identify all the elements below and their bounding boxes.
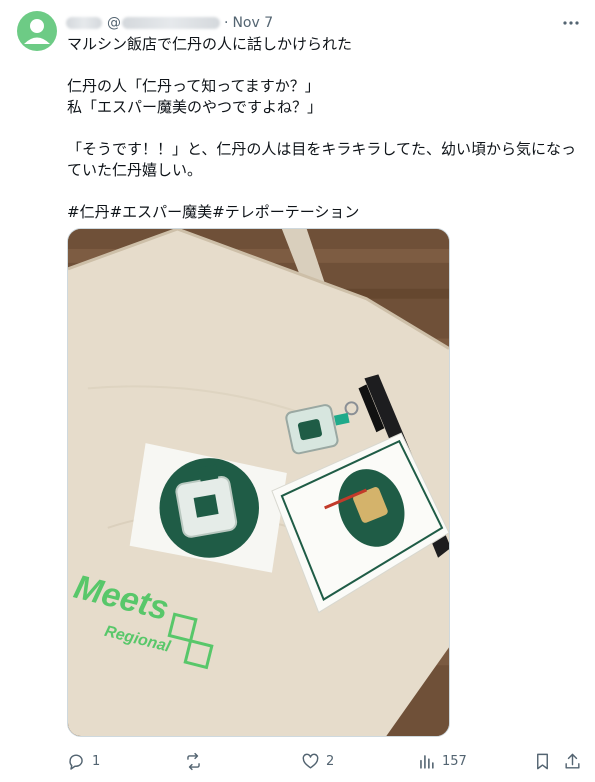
bookmark-icon xyxy=(537,753,548,769)
tweet-line: ていた仁丹嬉しい。 xyxy=(67,161,203,179)
avatar[interactable] xyxy=(17,11,57,51)
default-avatar-icon xyxy=(24,19,50,44)
separator-dot: · xyxy=(224,15,229,31)
tweet-line: 仁丹の人「仁丹って知ってますか？」 xyxy=(67,77,320,95)
handle-redacted[interactable] xyxy=(122,17,220,29)
display-name-redacted[interactable] xyxy=(66,17,102,29)
more-button[interactable] xyxy=(561,13,581,33)
retweet-icon xyxy=(187,752,200,770)
share-button[interactable] xyxy=(563,750,582,772)
reply-icon xyxy=(69,753,83,770)
tweet-header: @ · Nov 7 xyxy=(66,13,273,33)
views-icon xyxy=(420,754,434,769)
tweet-photo[interactable]: Meets Regional xyxy=(67,228,450,737)
photo-illustration: Meets Regional xyxy=(68,229,449,736)
handle-prefix: @ xyxy=(107,15,121,31)
reply-count: 1 xyxy=(92,753,101,769)
tweet-line: 私「エスパー魔美のやつですよね？」 xyxy=(67,98,323,116)
views-button[interactable]: 157 xyxy=(417,750,467,772)
hashtags[interactable]: #仁丹#エスパー魔美#テレポーテーション xyxy=(67,202,582,223)
view-count: 157 xyxy=(442,753,467,769)
tweet-text: マルシン飯店で仁丹の人に話しかけられた 仁丹の人「仁丹って知ってますか？」 私「… xyxy=(67,34,582,223)
like-icon xyxy=(302,753,319,769)
like-button[interactable]: 2 xyxy=(301,750,334,772)
like-count: 2 xyxy=(326,753,335,769)
tweet-line: マルシン飯店で仁丹の人に話しかけられた xyxy=(67,35,353,53)
tweet-date[interactable]: Nov 7 xyxy=(232,15,273,31)
share-icon xyxy=(565,753,580,769)
more-icon xyxy=(563,21,579,25)
tweet-line: 「そうです！！」と、仁丹の人は目をキラキラしてた、幼い頃から気になっ xyxy=(67,140,576,158)
bookmark-button[interactable] xyxy=(533,750,552,772)
action-bar: 1 2 157 xyxy=(67,750,587,772)
retweet-button[interactable] xyxy=(184,750,209,772)
reply-button[interactable]: 1 xyxy=(67,750,100,772)
